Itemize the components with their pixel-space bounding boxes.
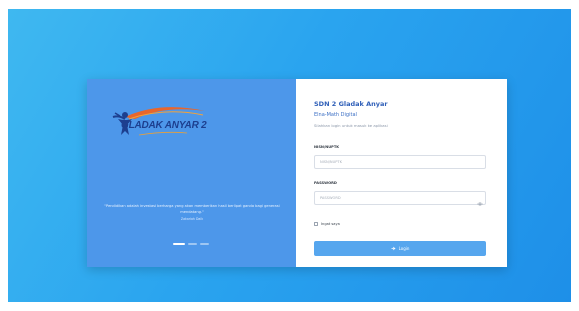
school-name: SDN 2 Gladak Anyar (314, 100, 388, 108)
remember-checkbox[interactable] (314, 222, 318, 226)
login-card: GLADAK ANYAR 2 "Pendidikan adalah invest… (87, 79, 507, 267)
logo-text: GLADAK ANYAR 2 (121, 120, 207, 131)
app-name: Elna-Math Digital (314, 112, 357, 118)
page-background: GLADAK ANYAR 2 "Pendidikan adalah invest… (8, 9, 571, 302)
carousel-dot-2[interactable] (188, 243, 197, 245)
carousel-dot-1[interactable] (173, 243, 185, 245)
login-subtitle: Silahkan login untuk masuk ke aplikasi (314, 123, 388, 128)
login-form-panel: SDN 2 Gladak Anyar Elna-Math Digital Sil… (296, 79, 507, 267)
password-label: PASSWORD (314, 181, 337, 185)
login-button[interactable]: Login (314, 241, 486, 256)
brand-panel: GLADAK ANYAR 2 "Pendidikan adalah invest… (87, 79, 296, 267)
login-icon (391, 246, 396, 251)
username-input[interactable] (314, 155, 486, 169)
eye-icon[interactable] (477, 201, 483, 207)
password-input[interactable] (314, 191, 486, 205)
carousel-dot-3[interactable] (200, 243, 209, 245)
remember-me[interactable]: Ingat saya (314, 222, 340, 226)
carousel-indicators (173, 243, 209, 245)
quote-author: Zakariah Daik (180, 217, 204, 221)
username-label: NISN/NUPTK (314, 145, 340, 149)
login-button-label: Login (398, 246, 410, 251)
school-logo (112, 107, 205, 136)
quote-text: "Pendidikan adalah investasi berharga ya… (104, 204, 280, 214)
remember-label: Ingat saya (321, 222, 340, 226)
